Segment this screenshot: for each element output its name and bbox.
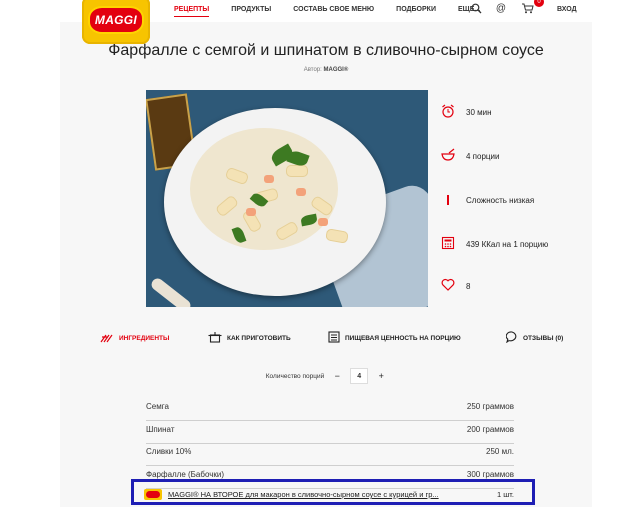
ingredient-row: Сливки 10% 250 мл. xyxy=(146,444,514,466)
ingredient-qty: 250 мл. xyxy=(486,447,514,456)
author-label: Автор: xyxy=(303,67,322,73)
logo-text: MAGGI xyxy=(94,13,138,27)
pot-icon xyxy=(208,331,222,346)
tab-nutrition[interactable]: ПИЩЕВАЯ ЦЕННОСТЬ НА ПОРЦИЮ xyxy=(328,331,461,346)
cart-count-badge: 0 xyxy=(534,0,544,7)
heart-icon[interactable] xyxy=(440,278,456,294)
bowl-icon xyxy=(440,148,456,164)
page: MAGGI РЕЦЕПТЫ ПРОДУКТЫ СОСТАВЬ СВОЕ МЕНЮ… xyxy=(60,0,592,507)
photo-salmon xyxy=(318,218,328,226)
maggi-logo[interactable]: MAGGI xyxy=(82,0,150,44)
photo-pasta xyxy=(286,165,308,177)
portions-plus-button[interactable]: + xyxy=(376,371,386,381)
main-nav: РЕЦЕПТЫ ПРОДУКТЫ СОСТАВЬ СВОЕ МЕНЮ ПОДБО… xyxy=(174,6,502,17)
nav-item-products[interactable]: ПРОДУКТЫ xyxy=(231,6,271,17)
ingredient-qty: 200 граммов xyxy=(466,425,514,434)
portions-label: Количество порций xyxy=(265,372,325,380)
photo-salmon xyxy=(296,188,306,196)
cart-icon[interactable] xyxy=(521,3,534,15)
ingredient-name: Семга xyxy=(146,402,169,411)
stat-likes[interactable]: 8 xyxy=(440,278,470,294)
recipe-photo xyxy=(146,90,428,307)
photo-salmon xyxy=(246,208,256,216)
alarm-clock-icon xyxy=(440,104,456,120)
ingredient-row: Семга 250 граммов xyxy=(146,399,514,421)
stat-portions: 4 порции xyxy=(440,148,499,164)
ingredient-name: Сливки 10% xyxy=(146,447,192,456)
stat-portions-text: 4 порции xyxy=(466,151,500,161)
recipe-title: Фарфалле с семгой и шпинатом в сливочно-… xyxy=(108,42,544,59)
ingredient-qty: 300 граммов xyxy=(466,470,514,479)
ingredient-name: Фарфалле (Бабочки) xyxy=(146,470,225,479)
recipe-author: Автор: MAGGI® xyxy=(60,67,592,73)
ingredient-name: Шпинат xyxy=(146,425,175,434)
nav-item-make-menu[interactable]: СОСТАВЬ СВОЕ МЕНЮ xyxy=(293,6,374,17)
at-icon[interactable]: @ xyxy=(495,3,507,15)
stat-likes-count: 8 xyxy=(466,281,471,291)
photo-pasta-sauce xyxy=(190,128,338,250)
ingredients-icon xyxy=(100,331,114,346)
tab-ingredients[interactable]: ИНГРЕДИЕНТЫ xyxy=(100,331,169,346)
stat-difficulty-text: Сложность низкая xyxy=(466,195,535,205)
calculator-icon xyxy=(440,236,456,252)
stat-calories: 439 ККал на 1 порцию xyxy=(440,236,548,252)
portions-minus-button[interactable]: − xyxy=(332,371,342,381)
tab-reviews-label: ОТЗЫВЫ (0) xyxy=(523,335,564,342)
tab-ingredients-label: ИНГРЕДИЕНТЫ xyxy=(119,335,170,342)
tab-reviews[interactable]: ОТЗЫВЫ (0) xyxy=(505,331,564,346)
tab-how-to-cook-label: КАК ПРИГОТОВИТЬ xyxy=(227,335,291,342)
recipe-tabs: ИНГРЕДИЕНТЫ КАК ПРИГОТОВИТЬ ПИЩЕВАЯ ЦЕНН… xyxy=(60,331,592,347)
photo-fork-handle xyxy=(149,276,193,307)
nutrition-icon xyxy=(328,331,340,346)
author-name[interactable]: MAGGI® xyxy=(324,67,349,73)
nav-item-recipes[interactable]: РЕЦЕПТЫ xyxy=(174,6,210,17)
stat-time: 30 мин xyxy=(440,104,492,120)
product-qty: 1 шт. xyxy=(497,490,514,499)
search-icon[interactable] xyxy=(470,3,482,15)
difficulty-icon xyxy=(440,192,456,208)
site-header: MAGGI РЕЦЕПТЫ ПРОДУКТЫ СОСТАВЬ СВОЕ МЕНЮ… xyxy=(60,0,592,44)
tab-nutrition-label: ПИЩЕВАЯ ЦЕННОСТЬ НА ПОРЦИЮ xyxy=(345,335,461,342)
stat-calories-text: 439 ККал на 1 порцию xyxy=(466,239,549,249)
product-link[interactable]: MAGGI® НА ВТОРОЕ для макарон в сливочно-… xyxy=(168,490,468,499)
ingredient-row: Шпинат 200 граммов xyxy=(146,422,514,444)
stat-difficulty: Сложность низкая xyxy=(440,192,534,208)
logo-badge: MAGGI xyxy=(88,6,144,34)
portions-value[interactable]: 4 xyxy=(350,368,369,384)
nav-item-collections[interactable]: ПОДБОРКИ xyxy=(396,6,436,17)
tab-how-to-cook[interactable]: КАК ПРИГОТОВИТЬ xyxy=(208,331,291,346)
login-link[interactable]: ВХОД xyxy=(557,6,577,13)
maggi-product-icon xyxy=(144,489,162,500)
photo-salmon xyxy=(264,175,274,183)
portions-control: Количество порций − 4 + xyxy=(60,368,592,384)
ingredient-qty: 250 граммов xyxy=(466,402,514,411)
comment-icon xyxy=(505,331,518,346)
stat-time-text: 30 мин xyxy=(466,107,492,117)
